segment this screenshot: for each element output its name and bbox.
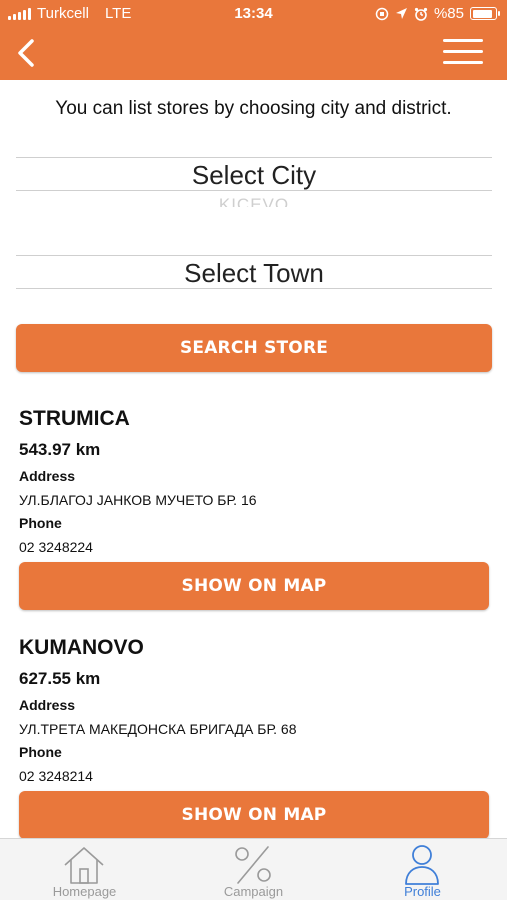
town-picker[interactable]: Select Town [16, 250, 492, 295]
phone-label: Phone [19, 744, 62, 760]
tab-label: Campaign [223, 884, 284, 899]
show-on-map-button[interactable]: SHOW ON MAP [19, 562, 489, 610]
city-picker-next-option[interactable]: KICEVO [16, 195, 492, 207]
battery-percent: %85 [433, 5, 464, 22]
percent-icon [235, 846, 271, 884]
picker-divider [16, 190, 492, 191]
store-distance: 627.55 km [19, 669, 101, 688]
tab-campaign[interactable]: Campaign [169, 839, 338, 900]
picker-divider [16, 157, 492, 158]
back-button[interactable] [10, 36, 42, 70]
town-picker-value[interactable]: Select Town [16, 258, 492, 289]
phone-label: Phone [19, 515, 62, 531]
store-phone[interactable]: 02 3248214 [19, 768, 93, 784]
profile-icon [405, 845, 439, 885]
store-name: KUMANOVO [19, 636, 144, 659]
search-store-button[interactable]: SEARCH STORE [16, 324, 492, 372]
intro-text: You can list stores by choosing city and… [55, 98, 452, 119]
store-address: УЛ.ТРЕТА МАКЕДОНСКА БРИГАДА БР. 68 [19, 721, 297, 737]
battery-icon [470, 7, 500, 20]
location-arrow-icon [395, 8, 407, 19]
orientation-lock-icon [375, 7, 389, 20]
hamburger-menu-icon [443, 39, 483, 42]
bottom-tab-bar: Homepage Campaign Profile [0, 838, 507, 900]
store-phone[interactable]: 02 3248224 [19, 539, 93, 555]
city-picker[interactable]: Select City KICEVO [16, 150, 492, 210]
store-locator-screen: Turkcell LTE 13:34 %85 You can list stor… [0, 0, 507, 900]
store-address: УЛ.БЛАГОЈ ЈАНКОВ МУЧЕТО БР. 16 [19, 492, 257, 508]
status-right: %85 [375, 5, 500, 22]
alarm-icon [414, 7, 428, 21]
status-bar: Turkcell LTE 13:34 %85 [0, 0, 507, 28]
picker-divider [16, 288, 492, 289]
address-label: Address [19, 468, 76, 484]
tab-homepage[interactable]: Homepage [0, 839, 169, 900]
chevron-left-icon [18, 39, 34, 67]
store-distance: 543.97 km [19, 440, 101, 459]
tab-profile[interactable]: Profile [338, 839, 507, 900]
show-on-map-button[interactable]: SHOW ON MAP [19, 791, 489, 839]
tab-label: Homepage [52, 884, 117, 899]
store-name: STRUMICA [19, 407, 130, 430]
home-icon [64, 847, 104, 884]
top-bar: Turkcell LTE 13:34 %85 [0, 0, 507, 80]
picker-divider [16, 255, 492, 256]
menu-button[interactable] [443, 36, 485, 68]
tab-label: Profile [404, 884, 441, 899]
city-picker-value[interactable]: Select City [16, 160, 492, 191]
address-label: Address [19, 697, 76, 713]
